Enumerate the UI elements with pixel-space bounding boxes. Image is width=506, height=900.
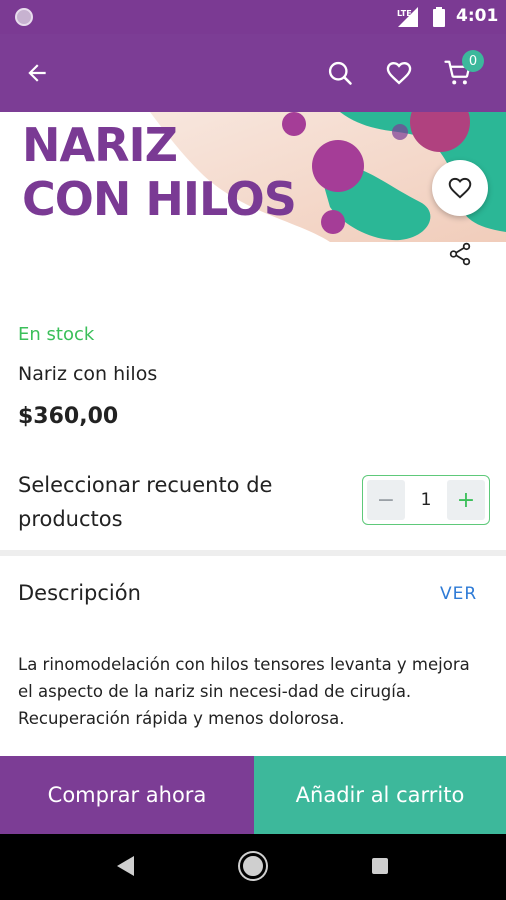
description-title: Descripción	[18, 581, 141, 605]
share-icon	[449, 242, 471, 266]
section-divider	[0, 550, 506, 556]
hero-title: NARIZ CON HILOS	[22, 118, 297, 226]
increment-button[interactable]: +	[446, 480, 485, 520]
search-button[interactable]	[323, 56, 357, 90]
lte-label: LTE	[397, 9, 412, 18]
back-button[interactable]	[20, 56, 54, 90]
share-button[interactable]	[444, 238, 476, 270]
nav-home-icon[interactable]	[240, 853, 266, 879]
product-image: NARIZ CON HILOS	[0, 112, 506, 292]
favorite-button[interactable]	[432, 160, 488, 216]
heart-outline-icon	[448, 177, 472, 199]
nav-back-icon[interactable]	[116, 855, 136, 877]
search-icon	[328, 61, 352, 85]
quantity-label: Seleccionar recuento de productos	[18, 473, 273, 531]
quantity-stepper: − 1 +	[362, 475, 490, 525]
quantity-value: 1	[420, 490, 432, 510]
decrement-button[interactable]: −	[367, 480, 405, 520]
status-bar: LTE 4:01	[0, 0, 506, 34]
status-time: 4:01	[456, 6, 499, 26]
add-to-cart-button[interactable]: Añadir al carrito	[254, 756, 506, 834]
product-name: Nariz con hilos	[18, 363, 158, 385]
arrow-back-icon	[28, 64, 46, 82]
heart-outline-icon	[386, 62, 412, 85]
product-price: $360,00	[18, 404, 119, 429]
stock-status: En stock	[18, 324, 95, 345]
wishlist-button[interactable]	[382, 56, 416, 90]
system-nav-bar	[0, 834, 506, 900]
description-text: La rinomodelación con hilos tensores lev…	[18, 655, 470, 728]
cart-count-badge: 0	[462, 50, 484, 72]
bottom-action-bar: Comprar ahora Añadir al carrito	[0, 756, 506, 834]
lte-signal-icon: LTE	[397, 7, 418, 27]
app-bar	[0, 34, 506, 112]
buy-now-button[interactable]: Comprar ahora	[0, 756, 254, 834]
battery-icon	[433, 7, 445, 27]
view-description-link[interactable]: VER	[440, 584, 477, 604]
product-detail-screen: LTE 4:01 0 NARIZ CON HILOS En stock Nari…	[0, 0, 506, 900]
hero-title-line-2: CON HILOS	[22, 172, 297, 226]
notification-dot-icon	[15, 8, 33, 26]
hero-title-line-1: NARIZ	[22, 118, 178, 172]
nav-recents-icon[interactable]	[372, 858, 388, 874]
